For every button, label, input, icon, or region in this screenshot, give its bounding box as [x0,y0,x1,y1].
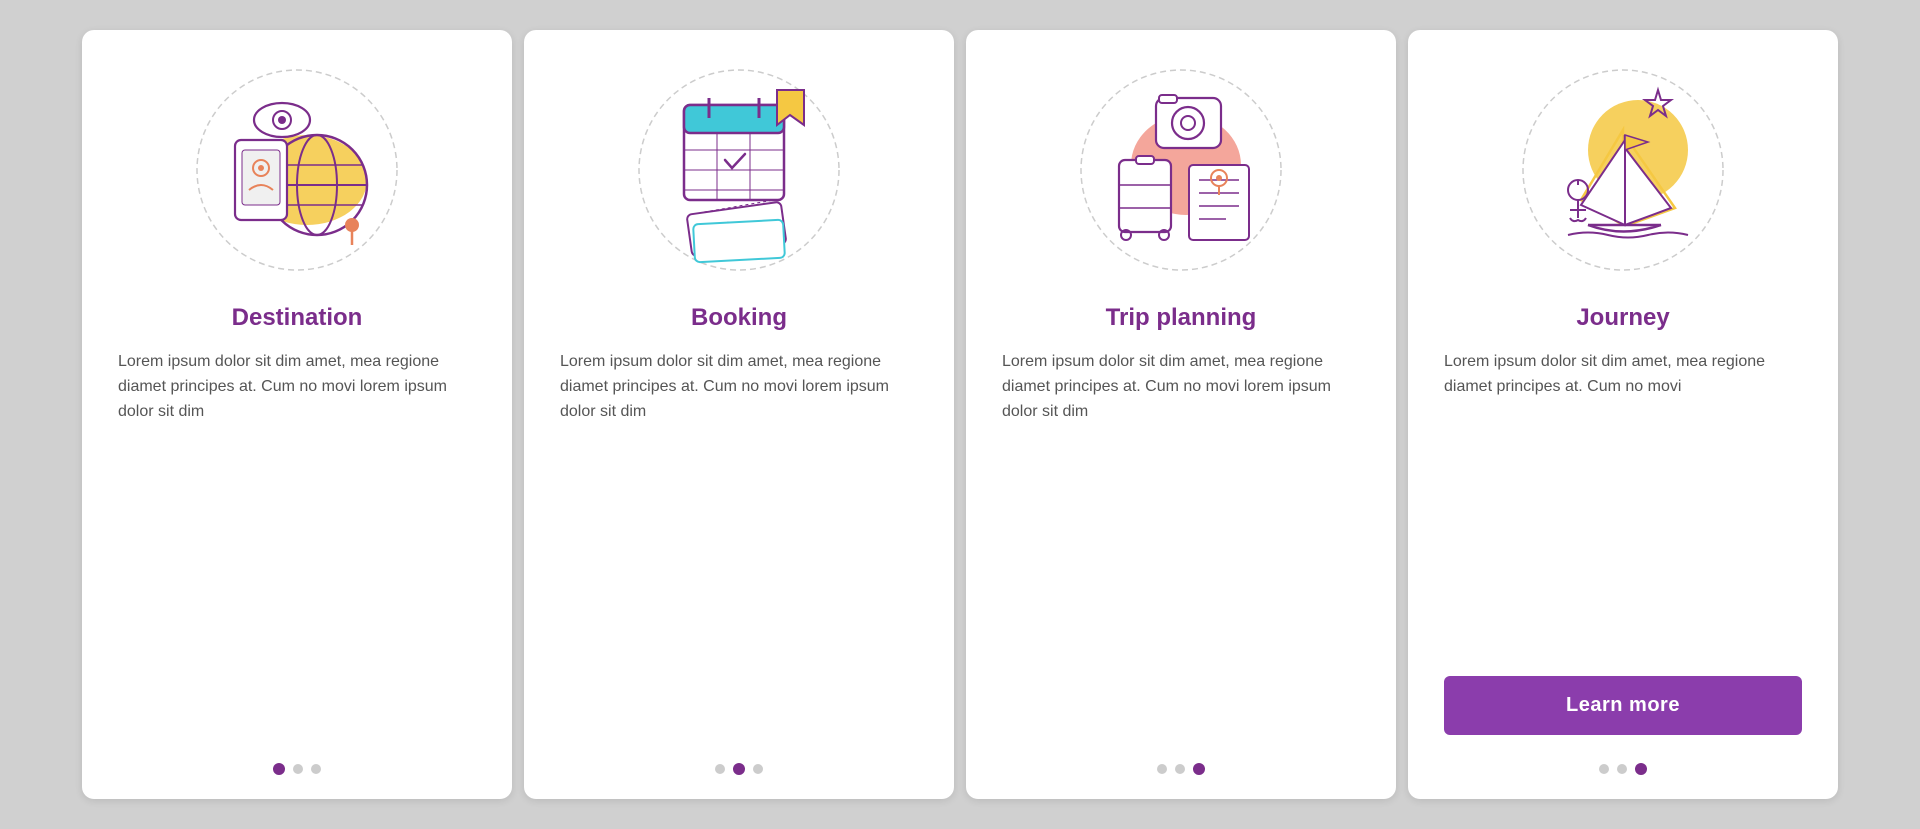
dot-3 [1635,763,1647,775]
dot-1 [273,763,285,775]
journey-card: Journey Lorem ipsum dolor sit dim amet, … [1408,30,1838,799]
trip-planning-title: Trip planning [1106,304,1257,332]
dot-2 [733,763,745,775]
booking-illustration: ✈ [629,60,849,280]
booking-text: Lorem ipsum dolor sit dim amet, mea regi… [560,350,918,743]
destination-card: Destination Lorem ipsum dolor sit dim am… [82,30,512,799]
destination-title: Destination [232,304,363,332]
dot-1 [1157,764,1167,774]
booking-card: ✈ Booking Lorem ipsum dolor sit dim amet… [524,30,954,799]
journey-illustration [1513,60,1733,280]
destination-dots [273,763,321,775]
journey-title: Journey [1576,304,1669,332]
learn-more-button[interactable]: Learn more [1444,676,1802,735]
trip-planning-dots [1157,763,1205,775]
dot-2 [293,764,303,774]
destination-illustration [187,60,407,280]
trip-planning-text: Lorem ipsum dolor sit dim amet, mea regi… [1002,350,1360,743]
dot-3 [311,764,321,774]
trip-planning-illustration [1071,60,1291,280]
dot-3 [1193,763,1205,775]
booking-dots [715,763,763,775]
dot-2 [1175,764,1185,774]
trip-planning-card: Trip planning Lorem ipsum dolor sit dim … [966,30,1396,799]
booking-title: Booking [691,304,787,332]
dot-3 [753,764,763,774]
dot-1 [715,764,725,774]
cards-container: Destination Lorem ipsum dolor sit dim am… [52,0,1868,829]
journey-text: Lorem ipsum dolor sit dim amet, mea regi… [1444,350,1802,660]
journey-dots [1599,763,1647,775]
dot-2 [1617,764,1627,774]
dot-1 [1599,764,1609,774]
destination-text: Lorem ipsum dolor sit dim amet, mea regi… [118,350,476,743]
